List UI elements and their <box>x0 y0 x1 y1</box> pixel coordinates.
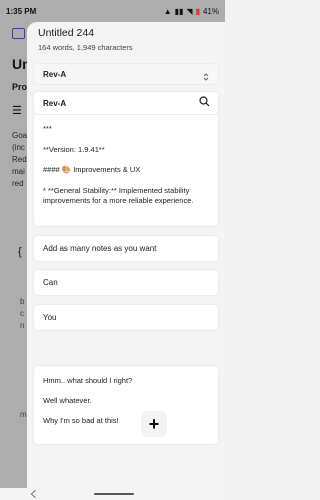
note-item[interactable]: You <box>33 304 219 331</box>
note-sheet: Untitled 244 164 words, 1,949 characters… <box>27 22 225 488</box>
navigation-bar <box>0 488 225 500</box>
note-word-count: 164 words, 1,949 characters <box>38 43 133 52</box>
note-title: Untitled 244 <box>38 27 95 39</box>
dropdown-value: Rev-A <box>43 69 67 79</box>
status-bar: 1:35 PM ▲ ▮▮ ◥ ▮ 41% <box>0 0 225 22</box>
nav-spacer <box>191 491 197 497</box>
status-icons: ▲ ▮▮ ◥ ▮ 41% <box>164 7 219 16</box>
revision-dropdown[interactable]: Rev-A <box>33 63 219 85</box>
battery-level: 41% <box>202 6 219 16</box>
section-header: Rev-A <box>33 91 219 115</box>
content-line: *** <box>43 124 52 133</box>
notification-icon: ▲ <box>163 6 172 16</box>
note-line: Hmm.. what should I right? <box>43 376 133 385</box>
note-line: Why I'm so bad at this! <box>43 416 119 425</box>
add-note-button[interactable]: + <box>141 411 167 437</box>
note-line: Well whatever. <box>43 396 92 405</box>
note-item[interactable]: Can <box>33 269 219 296</box>
home-handle[interactable] <box>94 493 135 495</box>
status-time: 1:35 PM <box>6 6 37 16</box>
signal-icon: ▮▮ <box>174 6 184 16</box>
unfold-icon <box>202 69 210 81</box>
note-item[interactable]: Add as many notes as you want <box>33 235 219 262</box>
back-icon[interactable] <box>30 489 40 499</box>
note-item-multiline[interactable]: Hmm.. what should I right? Well whatever… <box>33 365 219 445</box>
battery-icon: ▮ <box>195 6 200 16</box>
content-line: * **General Stability:** Implemented sta… <box>43 185 194 206</box>
wifi-icon: ◥ <box>186 6 193 16</box>
content-line: #### 🎨 Improvements & UX <box>43 165 141 174</box>
note-content[interactable]: *** **Version: 1.9.41** #### 🎨 Improveme… <box>33 115 219 227</box>
search-icon[interactable] <box>199 94 210 112</box>
content-line: **Version: 1.9.41** <box>43 144 105 154</box>
section-title: Rev-A <box>43 98 67 108</box>
